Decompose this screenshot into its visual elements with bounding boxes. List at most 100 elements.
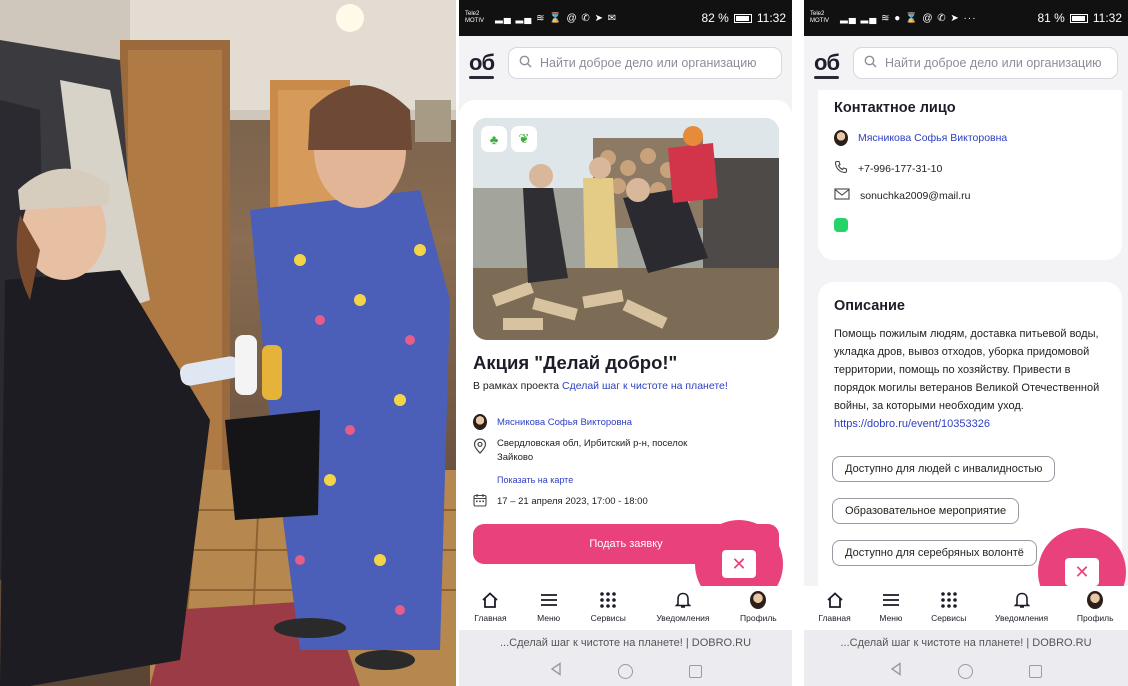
system-nav-bar: [459, 656, 792, 686]
show-on-map-link[interactable]: Показать на карте: [497, 475, 573, 485]
address-line1: Свердловская обл, Ирбитский р-н, поселок: [497, 438, 688, 449]
clock: 11:32: [756, 11, 786, 25]
contact-email-row[interactable]: sonuchka2009@mail.ru: [834, 188, 970, 203]
menu-icon: [882, 590, 900, 610]
sprout-tag-icon: ❦: [511, 126, 537, 152]
eco-tag-icon: ♣: [481, 126, 507, 152]
project-link[interactable]: Сделай шаг к чистоте на планете!: [562, 380, 728, 392]
description-link[interactable]: https://dobro.ru/event/10353326: [834, 418, 990, 430]
chip-disability[interactable]: Доступно для людей с инвалидностью: [832, 456, 1056, 482]
contact-avatar: [834, 130, 848, 146]
location-pin-icon: [473, 438, 487, 457]
nav-notifications[interactable]: Уведомления: [995, 590, 1048, 623]
nav-profile[interactable]: Профиль: [740, 590, 777, 623]
description-body: Помощь пожилым людям, доставка питьевой …: [834, 328, 1100, 412]
search-input[interactable]: [540, 56, 771, 70]
search-box[interactable]: [508, 47, 782, 79]
event-title: Акция "Делай добро!": [473, 352, 678, 373]
description-text: Помощь пожилым людям, доставка питьевой …: [834, 325, 1114, 433]
nav-services[interactable]: Сервисы: [931, 590, 966, 623]
nav-menu-label: Меню: [537, 613, 561, 623]
services-grid-icon: [599, 590, 617, 610]
address-line2: Зайково: [497, 452, 534, 463]
logo[interactable]: об: [814, 50, 840, 79]
carrier-label: Tele2 MOTIV: [465, 11, 484, 24]
services-grid-icon: [940, 590, 958, 610]
battery-percent: 82 %: [701, 11, 729, 25]
home-circle-icon[interactable]: [617, 663, 633, 679]
nav-profile[interactable]: Профиль: [1077, 590, 1114, 623]
back-icon[interactable]: [890, 661, 902, 681]
description-title: Описание: [834, 298, 905, 314]
nav-menu[interactable]: Меню: [537, 590, 560, 623]
nav-menu[interactable]: Меню: [879, 590, 902, 623]
volunteer-photo: [0, 0, 456, 686]
phone-icon: [834, 160, 848, 177]
browser-tab-title: ...Сделай шаг к чистоте на планете! | DO…: [804, 630, 1128, 656]
event-content: ♣ ❦ Акция "Делай добро!" В рамках проект…: [459, 90, 792, 586]
clock: 11:32: [1092, 11, 1122, 25]
logo[interactable]: об: [469, 50, 495, 79]
profile-avatar-icon: [1087, 590, 1104, 610]
details-content: Контактное лицо Мясникова Софья Викторов…: [804, 90, 1128, 586]
close-mail-icon: ✕: [1065, 558, 1099, 586]
system-nav-bar: [804, 656, 1128, 686]
contact-name[interactable]: Мясникова Софья Викторовна: [858, 132, 1007, 144]
contact-phone[interactable]: +7-996-177-31-10: [858, 163, 942, 175]
event-dates: 17 – 21 апреля 2023, 17:00 - 18:00: [497, 496, 648, 507]
contact-email[interactable]: sonuchka2009@mail.ru: [860, 190, 970, 202]
recents-square-icon[interactable]: [688, 664, 702, 678]
battery-icon: [733, 13, 752, 23]
phone-screen-details: Tele2 MOTIV ▂▄ ▂▄ ≋ ● ⌛ @ ✆ ➤ ··· 81 % 1…: [804, 0, 1128, 686]
nav-home[interactable]: Главная: [474, 590, 507, 623]
nav-home-label: Главная: [474, 613, 507, 623]
nav-notifications[interactable]: Уведомления: [656, 590, 710, 623]
chip-silver-volunteers[interactable]: Доступно для серебряных волонтё: [832, 540, 1037, 566]
recents-square-icon[interactable]: [1029, 664, 1042, 678]
organizer-avatar: [473, 414, 487, 430]
menu-icon: [540, 590, 558, 610]
nav-home-label: Главная: [818, 613, 851, 623]
event-tags: ♣ ❦: [481, 126, 537, 152]
nav-notifications-label: Уведомления: [656, 613, 710, 623]
nav-services[interactable]: Сервисы: [591, 590, 626, 623]
volunteer-photo-illustration: [0, 0, 456, 686]
chip-educational[interactable]: Образовательное мероприятие: [832, 498, 1020, 524]
organizer-name[interactable]: Мясникова Софья Викторовна: [497, 417, 632, 428]
nav-menu-label: Меню: [879, 613, 903, 623]
address-row: Свердловская обл, Ирбитский р-н, поселок…: [473, 438, 687, 463]
back-icon[interactable]: [550, 661, 562, 681]
status-bar: Tele2 MOTIV ▂▄ ▂▄ ≋ ⌛ @ ✆ ➤ ✉ 82 % 11:32: [459, 0, 792, 36]
search-icon: [519, 55, 532, 71]
close-mail-icon: ✕: [722, 550, 756, 578]
battery-icon: [1069, 13, 1088, 23]
contact-card: Контактное лицо Мясникова Софья Викторов…: [818, 90, 1122, 260]
carrier-label: Tele2 MOTIV: [810, 11, 829, 24]
nav-profile-label: Профиль: [1076, 613, 1114, 623]
organizer-row[interactable]: Мясникова Софья Викторовна: [473, 414, 632, 430]
search-box[interactable]: [853, 47, 1118, 79]
nav-home[interactable]: Главная: [818, 590, 851, 623]
phone-screen-event: Tele2 MOTIV ▂▄ ▂▄ ≋ ⌛ @ ✆ ➤ ✉ 82 % 11:32…: [459, 0, 792, 686]
event-subtitle: В рамках проекта Сделай шаг к чистоте на…: [473, 380, 728, 392]
top-bar: об: [459, 36, 792, 90]
contact-phone-row[interactable]: +7-996-177-31-10: [834, 160, 942, 177]
mail-icon: [834, 188, 850, 203]
whatsapp-icon[interactable]: [834, 218, 848, 232]
contact-name-row[interactable]: Мясникова Софья Викторовна: [834, 130, 1007, 146]
signal-icons: ▂▄ ▂▄ ≋ ⌛ @ ✆ ➤ ✉: [495, 12, 618, 24]
search-input[interactable]: [885, 56, 1107, 70]
nav-services-label: Сервисы: [590, 613, 626, 623]
status-bar: Tele2 MOTIV ▂▄ ▂▄ ≋ ● ⌛ @ ✆ ➤ ··· 81 % 1…: [804, 0, 1128, 36]
contact-title: Контактное лицо: [834, 100, 956, 116]
nav-services-label: Сервисы: [931, 613, 967, 623]
bell-icon: [674, 590, 691, 610]
battery-percent: 81 %: [1037, 11, 1065, 25]
signal-icons: ▂▄ ▂▄ ≋ ● ⌛ @ ✆ ➤ ···: [840, 12, 977, 24]
profile-avatar-icon: [750, 590, 767, 610]
top-bar: об: [804, 36, 1128, 90]
nav-notifications-label: Уведомления: [995, 613, 1049, 623]
home-circle-icon[interactable]: [958, 663, 973, 679]
search-icon: [864, 55, 877, 71]
home-icon: [481, 590, 499, 610]
